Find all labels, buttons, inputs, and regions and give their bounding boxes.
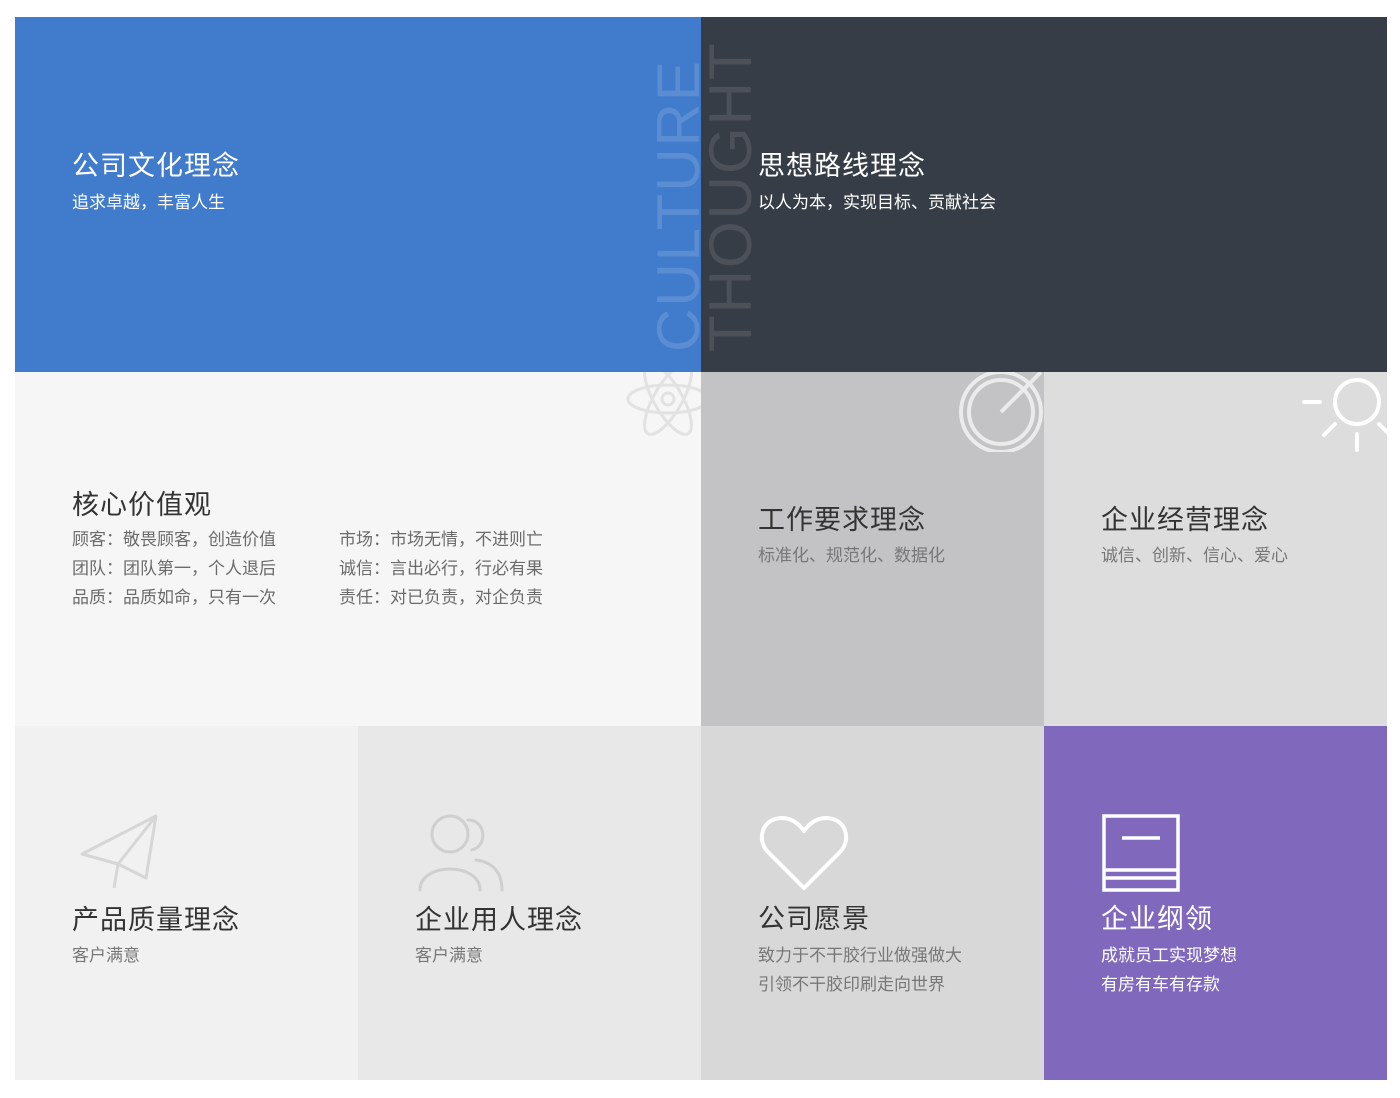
paper-plane-icon xyxy=(80,814,158,889)
core-values-tile[interactable]: 核心价值观 顾客：敬畏顾客，创造价值 市场：市场无情，不进则亡 团队：团队第一，… xyxy=(15,372,701,726)
culture-title: 公司文化理念 xyxy=(72,151,240,182)
target-icon xyxy=(959,372,1043,452)
thought-subtitle: 以人为本，实现目标、贡献社会 xyxy=(758,193,996,213)
work-requirement-title: 工作要求理念 xyxy=(758,505,926,536)
core-values-title: 核心价值观 xyxy=(72,490,212,521)
thought-tile[interactable]: THOUGHT 思想路线理念 以人为本，实现目标、贡献社会 xyxy=(701,17,1387,372)
value-item: 责任：对已负责，对企负责 xyxy=(339,588,543,608)
culture-tile[interactable]: CULTURE 公司文化理念 追求卓越，丰富人生 xyxy=(15,17,701,372)
culture-watermark: CULTURE xyxy=(645,59,701,352)
employment-subtitle: 客户满意 xyxy=(415,946,483,966)
program-line: 有房有车有存款 xyxy=(1101,975,1220,995)
value-item: 团队：团队第一，个人退后 xyxy=(72,559,276,579)
atom-icon xyxy=(626,372,701,436)
thought-title: 思想路线理念 xyxy=(758,151,926,182)
business-operation-tile[interactable]: 企业经营理念 诚信、创新、信心、爱心 xyxy=(1044,372,1387,726)
product-quality-title: 产品质量理念 xyxy=(72,905,240,936)
product-quality-tile[interactable]: 产品质量理念 客户满意 xyxy=(15,726,358,1080)
business-operation-title: 企业经营理念 xyxy=(1101,505,1269,536)
core-values-list: 顾客：敬畏顾客，创造价值 市场：市场无情，不进则亡 团队：团队第一，个人退后 诚… xyxy=(72,526,592,613)
book-icon xyxy=(1102,814,1180,892)
sun-icon xyxy=(1302,378,1387,452)
value-item: 诚信：言出必行，行必有果 xyxy=(339,559,543,579)
vision-line: 引领不干胶印刷走向世界 xyxy=(758,975,945,995)
employment-tile[interactable]: 企业用人理念 客户满意 xyxy=(358,726,701,1080)
vision-tile[interactable]: 公司愿景 致力于不干胶行业做强做大 引领不干胶印刷走向世界 xyxy=(701,726,1044,1080)
work-requirement-subtitle: 标准化、规范化、数据化 xyxy=(758,546,945,566)
vision-title: 公司愿景 xyxy=(758,904,870,935)
vision-line: 致力于不干胶行业做强做大 xyxy=(758,946,962,966)
users-icon xyxy=(418,814,504,892)
work-requirement-tile[interactable]: 工作要求理念 标准化、规范化、数据化 xyxy=(701,372,1044,726)
heart-icon xyxy=(759,816,849,890)
thought-watermark: THOUGHT xyxy=(701,41,764,352)
business-operation-subtitle: 诚信、创新、信心、爱心 xyxy=(1101,546,1288,566)
program-tile[interactable]: 企业纲领 成就员工实现梦想 有房有车有存款 xyxy=(1044,726,1387,1080)
program-line: 成就员工实现梦想 xyxy=(1101,946,1237,966)
employment-title: 企业用人理念 xyxy=(415,905,583,936)
culture-subtitle: 追求卓越，丰富人生 xyxy=(72,193,225,213)
program-text: 成就员工实现梦想 有房有车有存款 xyxy=(1101,942,1237,1000)
product-quality-subtitle: 客户满意 xyxy=(72,946,140,966)
value-item: 品质：品质如命，只有一次 xyxy=(72,588,276,608)
value-item: 顾客：敬畏顾客，创造价值 xyxy=(72,530,276,550)
vision-text: 致力于不干胶行业做强做大 引领不干胶印刷走向世界 xyxy=(758,942,962,1000)
value-item: 市场：市场无情，不进则亡 xyxy=(339,530,543,550)
program-title: 企业纲领 xyxy=(1101,904,1213,935)
